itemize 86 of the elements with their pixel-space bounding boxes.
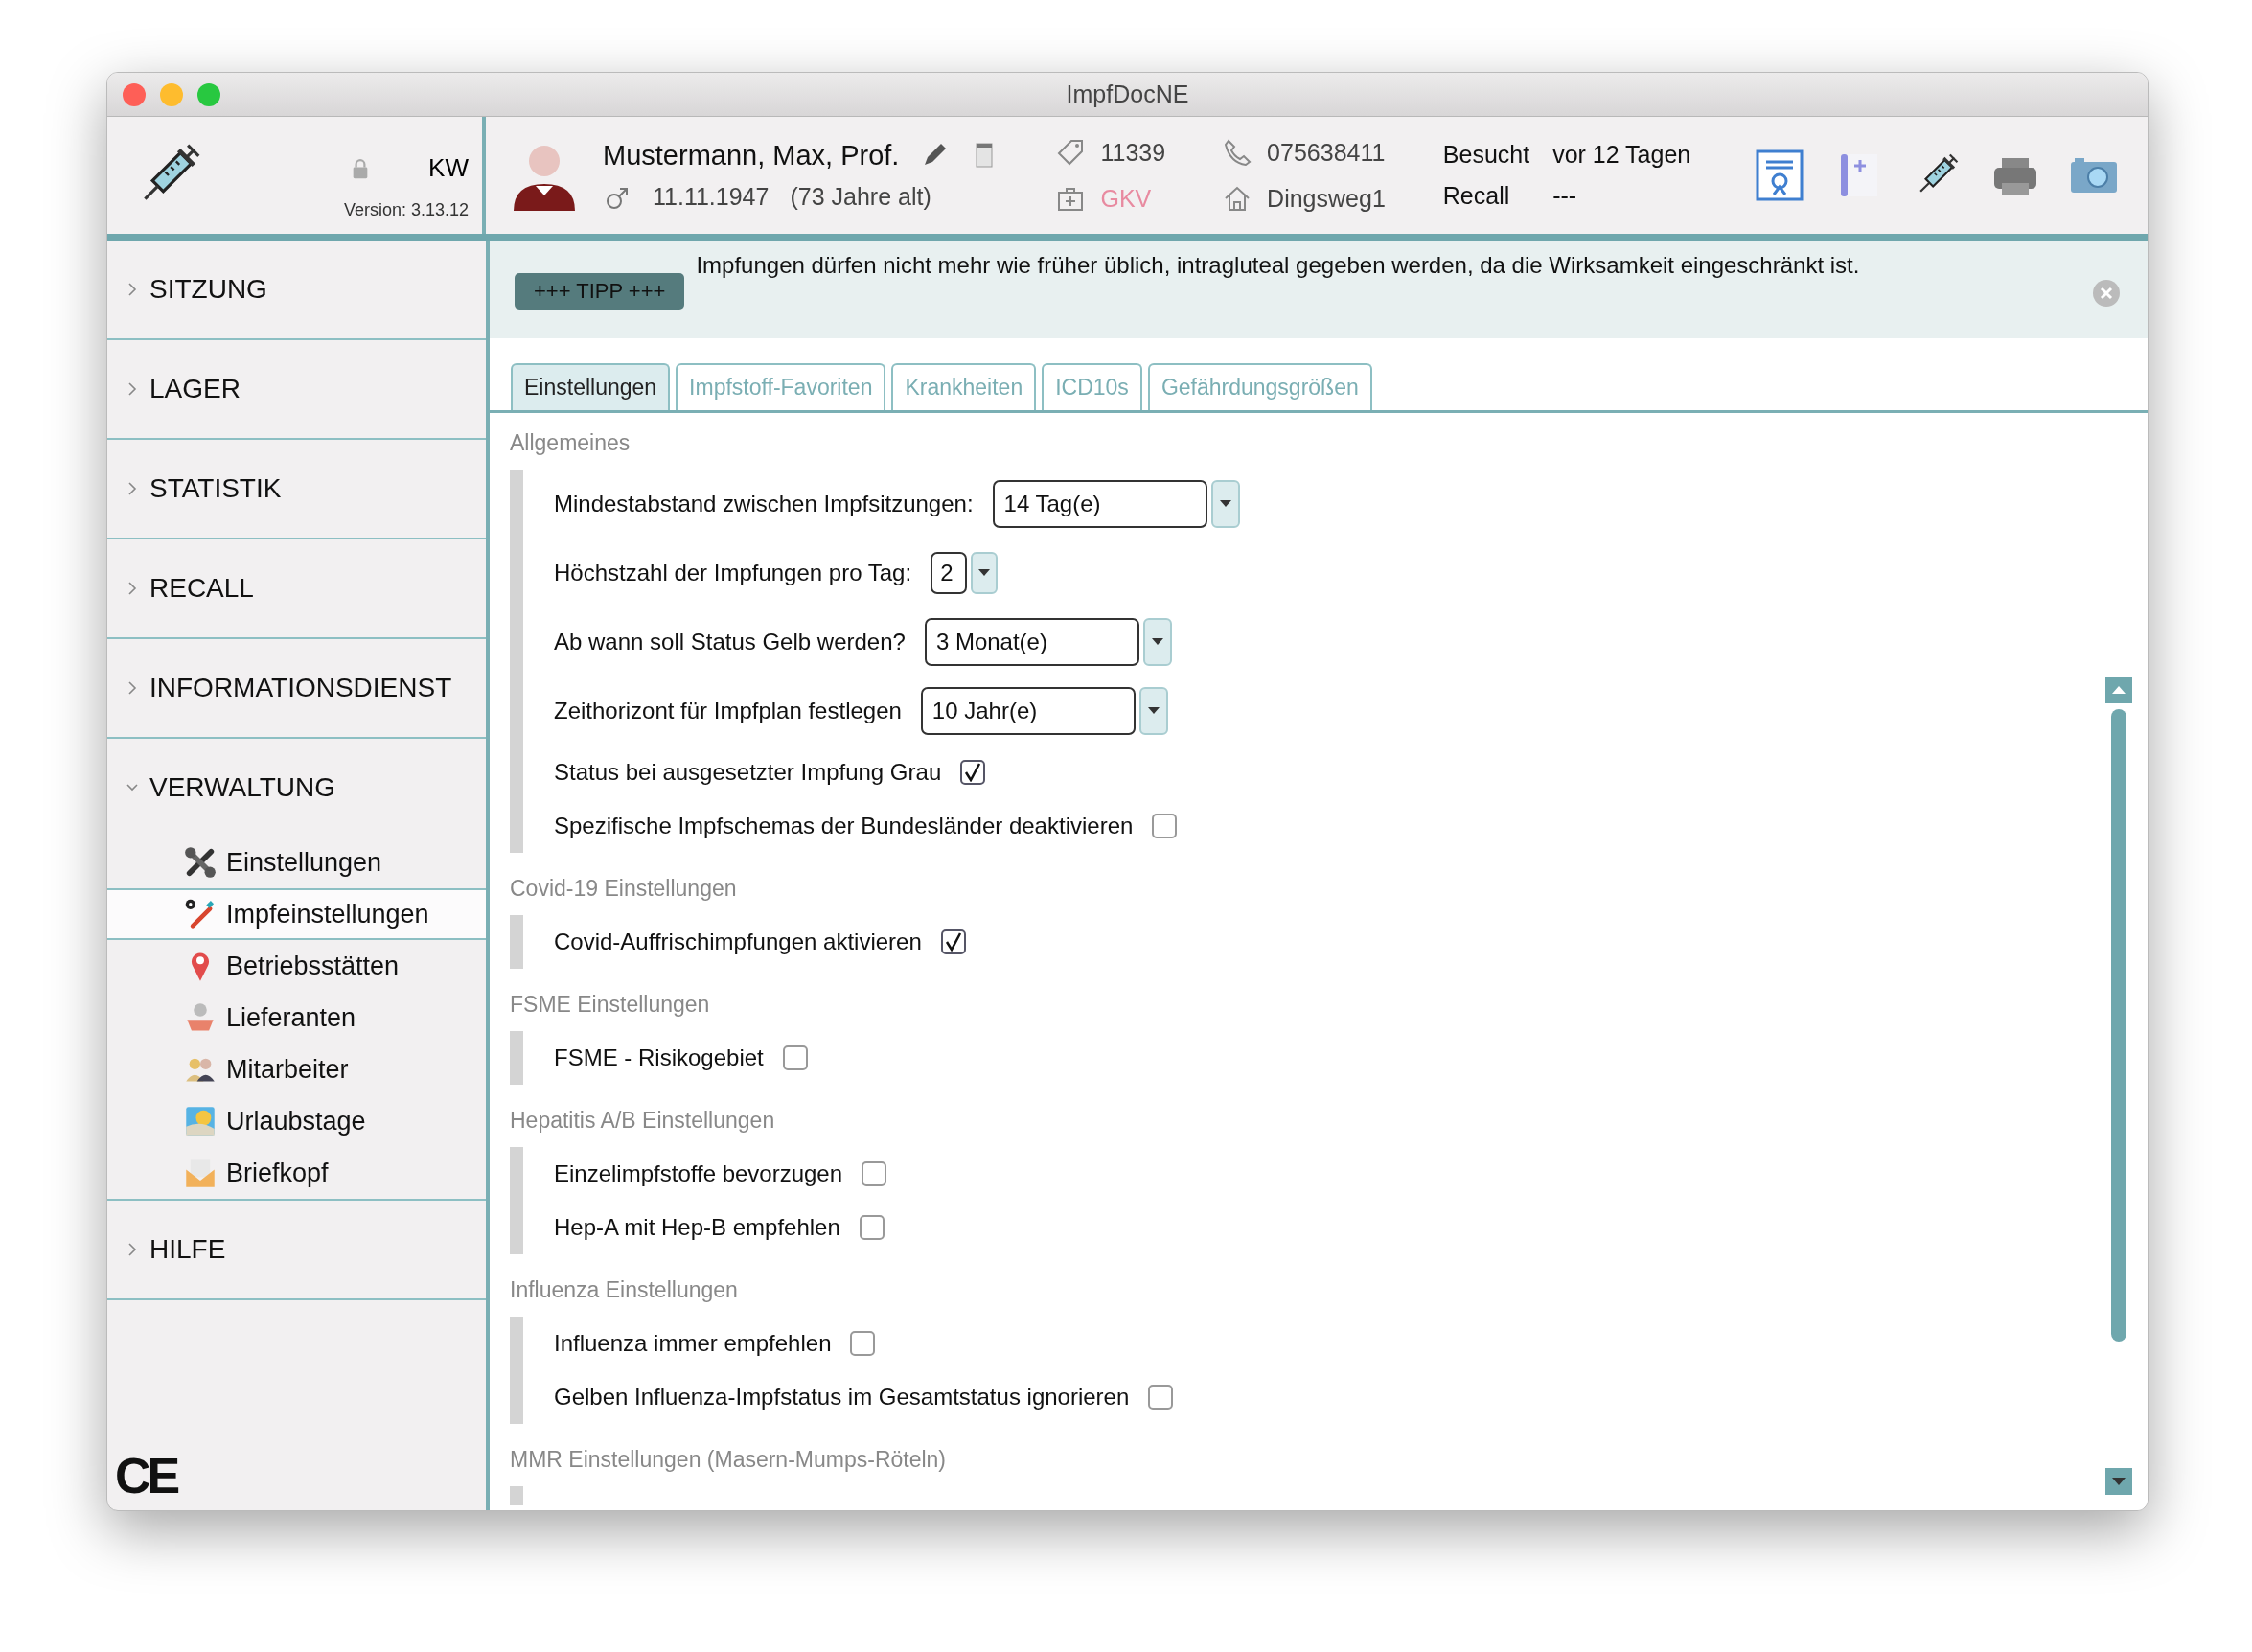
sidebar-section[interactable]: SITZUNG: [107, 241, 486, 338]
dropdown-button[interactable]: [971, 552, 999, 594]
insurance-type: GKV: [1100, 184, 1152, 213]
zoom-window-button[interactable]: [197, 82, 220, 106]
setting-label: Höchstzahl der Impfungen pro Tag:: [554, 560, 912, 586]
street-address: Dingsweg1: [1267, 184, 1386, 213]
checkbox[interactable]: [1148, 1385, 1174, 1410]
certificate-icon[interactable]: [1755, 149, 1804, 202]
setting-label: Spezifische Impfschemas der Bundesländer deaktivieren: [554, 813, 1134, 839]
visit-value: ---: [1552, 182, 1578, 210]
sidebar-section[interactable]: RECALL: [107, 539, 486, 637]
setting-label: Gelben Influenza-Impfstatus im Gesamtstatus ignorieren: [554, 1384, 1130, 1411]
tab[interactable]: Einstellungen: [511, 363, 671, 410]
sidebar-item[interactable]: Urlaubstage: [107, 1095, 486, 1147]
close-icon[interactable]: [2092, 279, 2121, 308]
dropdown-field[interactable]: 2: [931, 552, 968, 594]
caret-icon: [1219, 500, 1231, 508]
checkbox[interactable]: [960, 760, 986, 785]
delivery-person-icon: [184, 1001, 217, 1034]
phone-icon: [1223, 138, 1252, 167]
tip-badge: +++ TIPP +++: [515, 273, 685, 310]
tools-icon: [184, 846, 217, 879]
user-initials: KW: [428, 153, 469, 183]
caret-icon: [1147, 707, 1160, 715]
arrow-up-icon: [2112, 685, 2126, 695]
checkbox[interactable]: [940, 929, 966, 954]
tag-icon: [1056, 138, 1086, 167]
landscape-icon: [184, 1105, 217, 1137]
phone-number: 075638411: [1267, 138, 1386, 167]
visit-value: vor 12 Tagen: [1552, 141, 1691, 169]
dropdown-button[interactable]: [1142, 618, 1172, 666]
setting-label: Ab wann soll Status Gelb werden?: [554, 629, 906, 655]
section-title: MMR Einstellungen (Masern-Mumps-Röteln): [510, 1447, 948, 1473]
scroll-up-button[interactable]: [2105, 677, 2132, 703]
patient-name: Mustermann, Max, Prof.: [603, 139, 900, 172]
section-title: FSME Einstellungen: [510, 992, 711, 1018]
setting-label: Status bei ausgesetzter Impfung Grau: [554, 759, 942, 786]
sidebar-section[interactable]: INFORMATIONSDIENST: [107, 639, 486, 737]
sidebar-section[interactable]: LAGER: [107, 340, 486, 438]
dropdown-button[interactable]: [1138, 687, 1168, 735]
section-title: Hepatitis A/B Einstellungen: [510, 1108, 776, 1134]
patient-age: (73 Jahre alt): [790, 183, 931, 211]
setting-label: Covid-Auffrischimpfungen aktivieren: [554, 929, 922, 955]
setting-label: FSME - Risikogebiet: [554, 1044, 764, 1071]
section-title: Allgemeines: [510, 430, 632, 456]
window-title: ImpfDocNE: [1066, 80, 1189, 107]
dropdown-field[interactable]: 10 Jahr(e): [920, 687, 1136, 735]
arrow-down-icon: [2112, 1477, 2126, 1486]
checkbox[interactable]: [1152, 814, 1178, 838]
caret-icon: [1151, 638, 1163, 646]
checkbox[interactable]: [859, 1215, 885, 1240]
sidebar-section[interactable]: VERWALTUNG: [107, 739, 486, 837]
close-window-button[interactable]: [123, 82, 146, 106]
sidebar-section[interactable]: STATISTIK: [107, 440, 486, 538]
setting-label: Mindestabstand zwischen Impfsitzungen:: [554, 491, 974, 517]
sidebar-section[interactable]: HILFE: [107, 1201, 486, 1298]
version-label: Version: 3.13.12: [343, 200, 469, 220]
setting-label: Einzelimpfstoffe bevorzugen: [554, 1160, 843, 1187]
tip-text: Impfungen dürfen nicht mehr wie früher üblich, intragluteal gegeben werden, da die Wirksamkeit eingeschränkt ist.: [696, 252, 1860, 279]
setting-label: Influenza immer empfehlen: [554, 1330, 832, 1357]
sidebar-item[interactable]: Impfeinstellungen: [107, 888, 486, 940]
patient-number: 11339: [1100, 138, 1166, 167]
dropdown-field[interactable]: 14 Tag(e): [992, 480, 1207, 528]
dropdown-button[interactable]: [1210, 480, 1240, 528]
dropdown-field[interactable]: 3 Monat(e): [924, 618, 1139, 666]
scrollbar-thumb[interactable]: [2111, 709, 2126, 1342]
sidebar-item[interactable]: Einstellungen: [107, 837, 486, 888]
section-title: Influenza Einstellungen: [510, 1277, 739, 1303]
syringe-gear-icon: [184, 898, 217, 930]
checkbox[interactable]: [850, 1331, 876, 1356]
ce-mark: CE: [115, 1447, 177, 1504]
visit-label: Recall: [1442, 182, 1511, 210]
setting-label: Hep-A mit Hep-B empfehlen: [554, 1214, 840, 1241]
sidebar-item[interactable]: Mitarbeiter: [107, 1044, 486, 1095]
sidebar-item[interactable]: Lieferanten: [107, 992, 486, 1044]
caret-icon: [978, 569, 991, 577]
setting-label: Zeithorizont für Impfplan festlegen: [554, 698, 902, 724]
section-title: Covid-19 Einstellungen: [510, 876, 738, 902]
scroll-down-button[interactable]: [2105, 1468, 2132, 1495]
envelope-icon: [184, 1157, 217, 1189]
visit-label: Besucht: [1442, 141, 1530, 169]
sidebar-item[interactable]: Betriebsstätten: [107, 940, 486, 992]
checkbox[interactable]: [862, 1161, 887, 1186]
checkbox[interactable]: [782, 1045, 808, 1070]
birth-date: 11.11.1947: [653, 183, 770, 211]
sidebar-item[interactable]: Briefkopf: [107, 1147, 486, 1199]
